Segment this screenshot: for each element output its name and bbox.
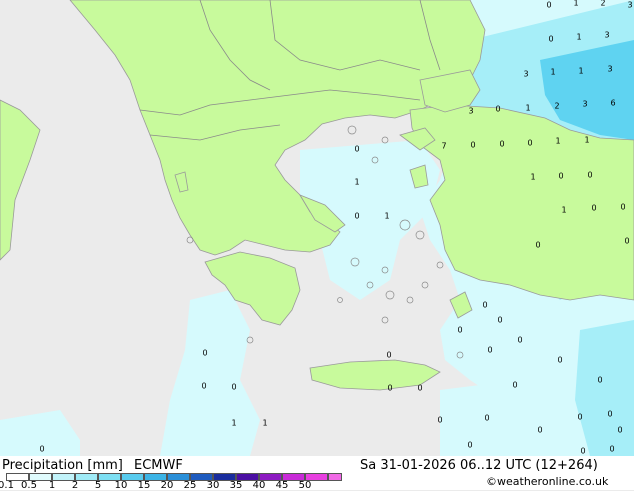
precip-value: 1 xyxy=(561,206,566,215)
colorbar-tick-label: 15 xyxy=(137,480,151,491)
precip-value: 0 xyxy=(387,384,392,393)
precip-value: 0 xyxy=(201,382,206,391)
precip-value: 1 xyxy=(576,33,581,42)
precip-value: 0 xyxy=(484,414,489,423)
precip-value: 1 xyxy=(525,104,530,113)
credit: ©weatheronline.co.uk xyxy=(486,475,609,488)
precip-value: 0 xyxy=(546,1,551,10)
precip-value: 0 xyxy=(482,301,487,310)
precip-value: 0 xyxy=(591,204,596,213)
precip-value: 1 xyxy=(573,0,578,8)
colorbar-tick-label: 20 xyxy=(160,480,174,491)
precip-value: 0 xyxy=(512,381,517,390)
product-title: Precipitation [mm] xyxy=(2,458,123,473)
precip-value: 0 xyxy=(386,351,391,360)
precip-value: 1 xyxy=(354,178,359,187)
precip-value: 0 xyxy=(467,441,472,450)
precip-value: 0 xyxy=(597,376,602,385)
precip-value: 0 xyxy=(39,445,44,454)
precip-value: 0 xyxy=(607,410,612,419)
precip-value: 0 xyxy=(537,426,542,435)
colorbar-segment xyxy=(328,473,342,481)
precip-value: 1 xyxy=(555,137,560,146)
colorbar-tick-label: 40 xyxy=(252,480,266,491)
precip-value: 7 xyxy=(441,142,446,151)
precip-value: 3 xyxy=(607,65,612,74)
precip-value: 0 xyxy=(535,241,540,250)
precip-value: 0 xyxy=(497,316,502,325)
colorbar-tick-label: 10 xyxy=(114,480,128,491)
colorbar-tick-label: 50 xyxy=(298,480,312,491)
model-name: ECMWF xyxy=(134,458,183,473)
precip-value: 0 xyxy=(457,326,462,335)
precip-value: 0 xyxy=(580,447,585,456)
precip-value: 3 xyxy=(582,100,587,109)
precip-value: 3 xyxy=(523,70,528,79)
precip-value: 0 xyxy=(417,384,422,393)
colorbar-tick-label: 0.5 xyxy=(21,480,37,491)
precip-value: 0 xyxy=(609,445,614,454)
colorbar-tick-label: 35 xyxy=(229,480,243,491)
precip-value: 6 xyxy=(610,99,615,108)
precip-value: 0 xyxy=(577,413,582,422)
precip-value: 3 xyxy=(627,1,632,10)
precip-value: 0 xyxy=(624,237,629,246)
colorbar-tick-label: 1 xyxy=(48,480,56,491)
precip-value: 0 xyxy=(354,145,359,154)
precip-value: 3 xyxy=(468,107,473,116)
precip-value: 0 xyxy=(470,141,475,150)
precip-value: 1 xyxy=(550,68,555,77)
precip-value: 1 xyxy=(578,67,583,76)
precip-value: 0 xyxy=(558,172,563,181)
precip-value: 0 xyxy=(617,426,622,435)
precip-value: 0 xyxy=(202,349,207,358)
precip-value: 1 xyxy=(584,136,589,145)
precip-value: 1 xyxy=(262,419,267,428)
colorbar-tick-label: 25 xyxy=(183,480,197,491)
precip-value: 2 xyxy=(600,0,605,8)
precip-value: 0 xyxy=(495,105,500,114)
colorbar-tick-label: 2 xyxy=(71,480,79,491)
colorbar-tick-label: 30 xyxy=(206,480,220,491)
precip-value: 0 xyxy=(231,383,236,392)
precip-value: 0 xyxy=(620,203,625,212)
precip-value: 1 xyxy=(384,212,389,221)
precip-value: 0 xyxy=(487,346,492,355)
colorbar-tick-label: 45 xyxy=(275,480,289,491)
precip-value: 3 xyxy=(604,31,609,40)
valid-datetime: Sa 31-01-2026 06..12 UTC (12+264) xyxy=(360,458,598,473)
precip-value: 2 xyxy=(554,102,559,111)
precipitation-map: 0 1 2 3 0 1 3 3 1 1 3 3 0 1 2 3 6 7 0 0 0 0 1 1 1 1 0 0 0 1 1 0 0 0 0 0 0 0 0 0… xyxy=(0,0,634,456)
precip-value: 0 xyxy=(557,356,562,365)
colorbar-tick-label: 5 xyxy=(94,480,102,491)
precip-value: 0 xyxy=(437,416,442,425)
precip-value: 0 xyxy=(548,35,553,44)
colorbar-tick-label: 0.1 xyxy=(0,480,14,491)
precip-value: 0 xyxy=(517,336,522,345)
precip-value: 0 xyxy=(354,212,359,221)
precip-value: 0 xyxy=(587,171,592,180)
precip-value: 1 xyxy=(530,173,535,182)
precip-value: 0 xyxy=(527,139,532,148)
precip-value: 1 xyxy=(231,419,236,428)
precip-value: 0 xyxy=(499,140,504,149)
